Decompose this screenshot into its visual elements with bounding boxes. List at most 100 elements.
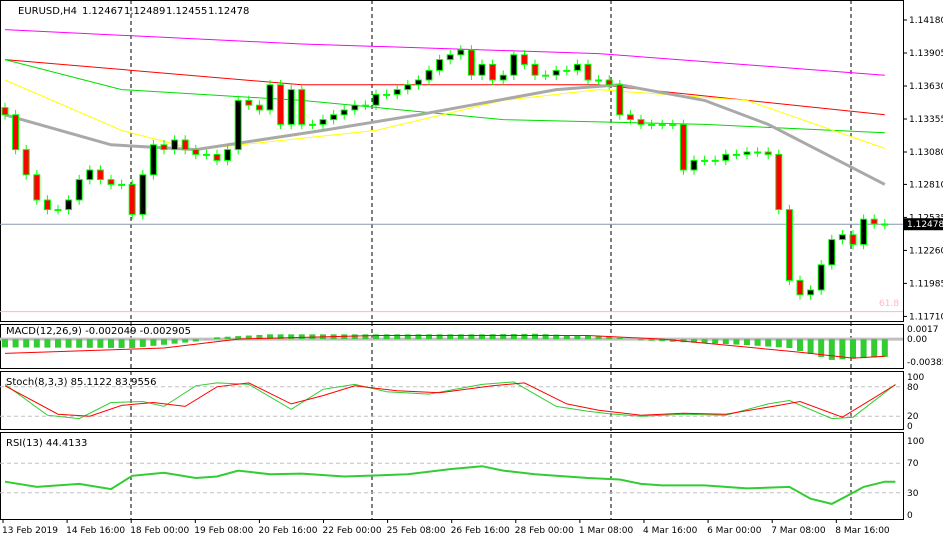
candle-body xyxy=(224,149,232,161)
macd-histogram-bar xyxy=(500,334,507,340)
macd-histogram-bar xyxy=(871,339,878,358)
macd-histogram-bar xyxy=(55,339,61,348)
candle-body xyxy=(489,63,497,81)
candle-body xyxy=(807,289,815,296)
candle-body xyxy=(531,63,539,76)
candle-body xyxy=(520,54,528,65)
candle-body xyxy=(393,89,401,95)
candle-body xyxy=(775,153,783,211)
macd-histogram-bar xyxy=(786,339,793,349)
macd-histogram-bar xyxy=(139,339,146,347)
rsi-tick-label: 70 xyxy=(907,459,919,469)
candle-body xyxy=(796,279,804,296)
current-price-label: 1.12478 xyxy=(907,220,943,230)
candle-body xyxy=(287,89,295,125)
stoch-panel-frame xyxy=(0,371,904,430)
macd-histogram-bar xyxy=(161,339,167,345)
macd-histogram-bar xyxy=(648,339,655,341)
macd-histogram-bar xyxy=(881,339,888,357)
macd-histogram-bar xyxy=(616,337,623,340)
candle-body xyxy=(118,183,126,186)
price-tick-label: 1.12260 xyxy=(909,246,943,256)
candle-body xyxy=(181,139,189,151)
macd-histogram-bar xyxy=(712,339,719,344)
candle-body xyxy=(107,179,115,185)
candle-body xyxy=(171,139,179,151)
candle-body xyxy=(139,174,147,215)
candle-body xyxy=(86,169,94,181)
candle-body xyxy=(860,218,868,245)
macd-histogram-bar xyxy=(118,339,125,348)
macd-histogram-bar xyxy=(532,333,538,340)
price-tick-label: 1.13355 xyxy=(909,115,943,125)
candle-body xyxy=(425,69,433,81)
time-label: 20 Feb 16:00 xyxy=(258,526,317,536)
macd-histogram-bar xyxy=(23,339,30,348)
macd-histogram-bar xyxy=(76,339,83,348)
time-label: 14 Feb 16:00 xyxy=(66,526,125,536)
candle-body xyxy=(870,218,878,225)
macd-histogram-bar xyxy=(108,339,114,348)
candle-body xyxy=(457,49,465,56)
candle-body xyxy=(277,84,285,125)
candle-body xyxy=(234,99,242,151)
candle-body xyxy=(128,183,136,215)
candle-body xyxy=(605,79,613,86)
candle-body xyxy=(595,79,603,82)
macd-histogram-bar xyxy=(510,333,517,340)
candle-body xyxy=(542,74,550,77)
candle-body xyxy=(510,54,518,76)
candle-body xyxy=(266,84,274,111)
stoch-main-line xyxy=(4,381,896,420)
candle-body xyxy=(881,223,889,226)
macd-histogram-bar xyxy=(182,339,189,343)
candle-body xyxy=(202,153,210,156)
candle-body xyxy=(22,149,30,176)
candle-body xyxy=(743,151,751,155)
candle-body xyxy=(96,169,104,181)
candle-body xyxy=(754,151,762,154)
macd-histogram-bar xyxy=(129,339,136,349)
chart-canvas[interactable]: 1.14180 1.13905 1.13630 1.13355 1.13080 1.128… xyxy=(0,0,943,542)
candle-body xyxy=(637,119,645,125)
macd-histogram-bar xyxy=(362,334,369,340)
candle-body xyxy=(478,63,486,76)
candle-body xyxy=(192,149,200,155)
rsi-line xyxy=(4,465,896,505)
candle-body xyxy=(75,179,83,201)
candle-body xyxy=(404,84,412,91)
candle-body xyxy=(298,89,306,125)
candle-body xyxy=(849,234,857,245)
macd-histogram-bar xyxy=(722,339,729,345)
time-label: 18 Feb 00:00 xyxy=(130,526,189,536)
candle-body xyxy=(383,93,391,96)
candle-body xyxy=(499,74,507,81)
candle-body xyxy=(626,114,634,121)
macd-histogram-bar xyxy=(595,336,602,340)
candle-body xyxy=(701,159,709,162)
macd-histogram-bar xyxy=(351,334,358,340)
macd-histogram-bar xyxy=(192,339,199,342)
mt4-chart-window[interactable]: 1.14180 1.13905 1.13630 1.13355 1.13080 1.128… xyxy=(0,0,943,542)
macd-histogram-bar xyxy=(585,335,591,340)
stoch-signal-line xyxy=(4,382,896,418)
candle-body xyxy=(361,104,369,107)
macd-histogram-bar xyxy=(2,339,8,348)
price-tick-label: 1.13905 xyxy=(909,49,943,59)
moving-average-line xyxy=(4,59,885,116)
candle-body xyxy=(711,159,719,162)
candle-body xyxy=(245,99,253,106)
macd-histogram-bar xyxy=(744,339,750,346)
macd-histogram-bar xyxy=(775,339,782,348)
time-label: 6 Mar 00:00 xyxy=(707,526,762,536)
macd-tick-label: -0.003855 xyxy=(907,358,943,368)
candle-body xyxy=(160,144,168,151)
price-tick-label: 1.14180 xyxy=(909,16,943,26)
candle-body xyxy=(838,234,846,241)
price-tick-label: 1.11985 xyxy=(909,279,943,289)
candle-body xyxy=(722,153,730,161)
macd-histogram-bar xyxy=(214,337,220,340)
candle-body xyxy=(308,123,316,126)
candle-body xyxy=(213,153,221,161)
candle-body xyxy=(12,114,20,151)
